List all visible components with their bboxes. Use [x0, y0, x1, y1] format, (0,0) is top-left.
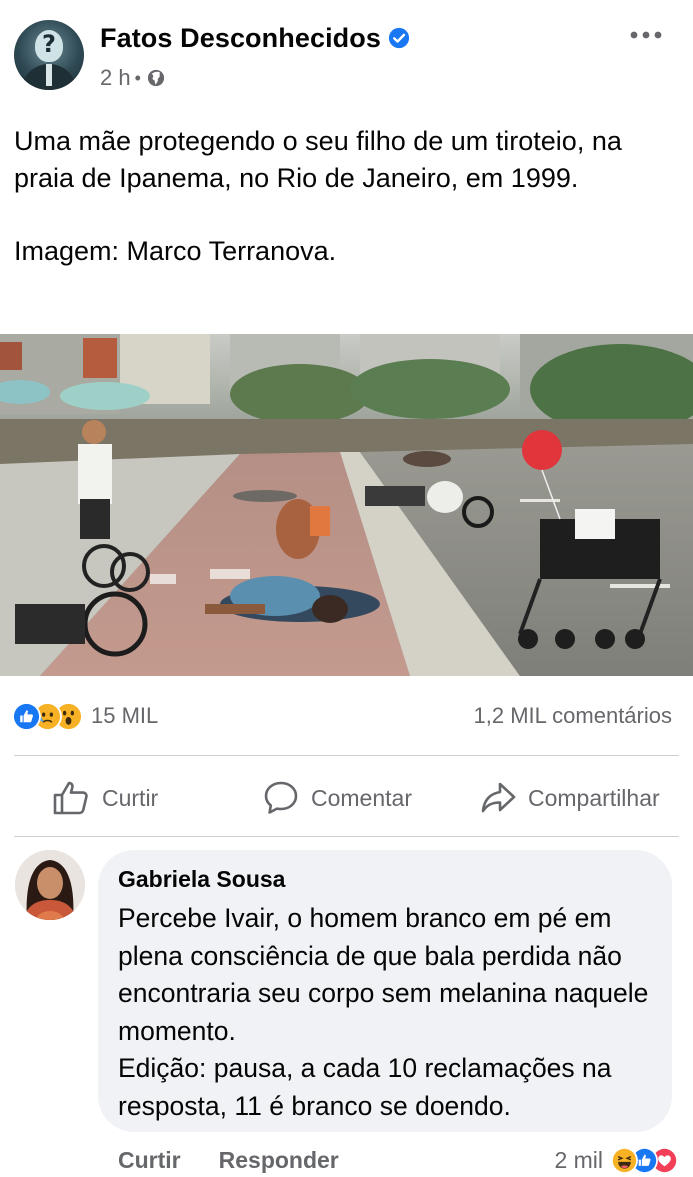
- comment-text-line: Percebe Ivair, o homem branco em pé em p…: [118, 903, 649, 1046]
- commenter-avatar[interactable]: [15, 850, 85, 920]
- post-text: Uma mãe protegendo o seu filho de um tir…: [14, 123, 679, 270]
- comment-text-edit: Edição: pausa, a cada 10 reclamações na …: [118, 1053, 612, 1121]
- reaction-count: 15 MIL: [91, 703, 159, 728]
- comment-bubble: Gabriela Sousa Percebe Ivair, o homem br…: [98, 850, 672, 1132]
- comment-reply-button[interactable]: Responder: [219, 1147, 339, 1174]
- more-options-icon: [630, 31, 662, 39]
- comment-like-button[interactable]: Curtir: [118, 1147, 181, 1174]
- page-name-row: Fatos Desconhecidos: [100, 20, 410, 56]
- comment-author[interactable]: Gabriela Sousa: [118, 866, 285, 893]
- commenter-photo: [15, 850, 85, 920]
- page-avatar[interactable]: ?: [14, 20, 84, 90]
- post-text-credit: Imagem: Marco Terranova.: [14, 236, 337, 266]
- post-meta: 2 h •: [100, 64, 165, 92]
- avatar-tie-shape: [46, 64, 52, 86]
- post-action-bar: Curtir Comentar Compartilhar: [0, 760, 693, 836]
- comment-text: Percebe Ivair, o homem branco em pé em p…: [118, 900, 663, 1125]
- reaction-icons: [12, 701, 83, 731]
- like-label: Curtir: [102, 784, 159, 811]
- comment-reaction-count: 2 mil: [554, 1146, 603, 1173]
- share-label: Compartilhar: [528, 784, 660, 811]
- post-time[interactable]: 2 h: [100, 65, 131, 91]
- comment-label: Comentar: [311, 784, 412, 811]
- haha-reaction-icon: [611, 1146, 638, 1174]
- reactions-summary[interactable]: 15 MIL: [12, 700, 158, 732]
- like-reaction-icon: [12, 701, 41, 731]
- comment-reactions[interactable]: 2 mil: [554, 1143, 678, 1177]
- divider-top: [14, 755, 679, 756]
- page-name[interactable]: Fatos Desconhecidos: [100, 23, 381, 54]
- avatar-question-mark-icon: ?: [42, 30, 56, 58]
- comment-button[interactable]: Comentar: [263, 778, 412, 818]
- post-header: ? Fatos Desconhecidos 2 h •: [0, 0, 693, 112]
- post-text-paragraph: Uma mãe protegendo o seu filho de um tir…: [14, 126, 622, 193]
- post-photo[interactable]: [0, 334, 693, 676]
- speech-bubble-icon: [264, 781, 298, 814]
- share-arrow-icon: [481, 782, 516, 813]
- verified-badge-icon: [388, 27, 410, 49]
- divider-bottom: [14, 836, 679, 837]
- comments-count[interactable]: 1,2 MIL comentários: [474, 700, 673, 732]
- meta-separator: •: [134, 67, 141, 88]
- more-options-button[interactable]: [622, 20, 670, 50]
- share-button[interactable]: Compartilhar: [480, 778, 660, 818]
- thumbs-up-icon: [53, 781, 88, 815]
- globe-icon: [147, 69, 165, 87]
- like-button[interactable]: Curtir: [52, 778, 158, 818]
- comment-actions: Curtir Responder: [118, 1143, 339, 1177]
- post-photo-illustration: [0, 334, 693, 676]
